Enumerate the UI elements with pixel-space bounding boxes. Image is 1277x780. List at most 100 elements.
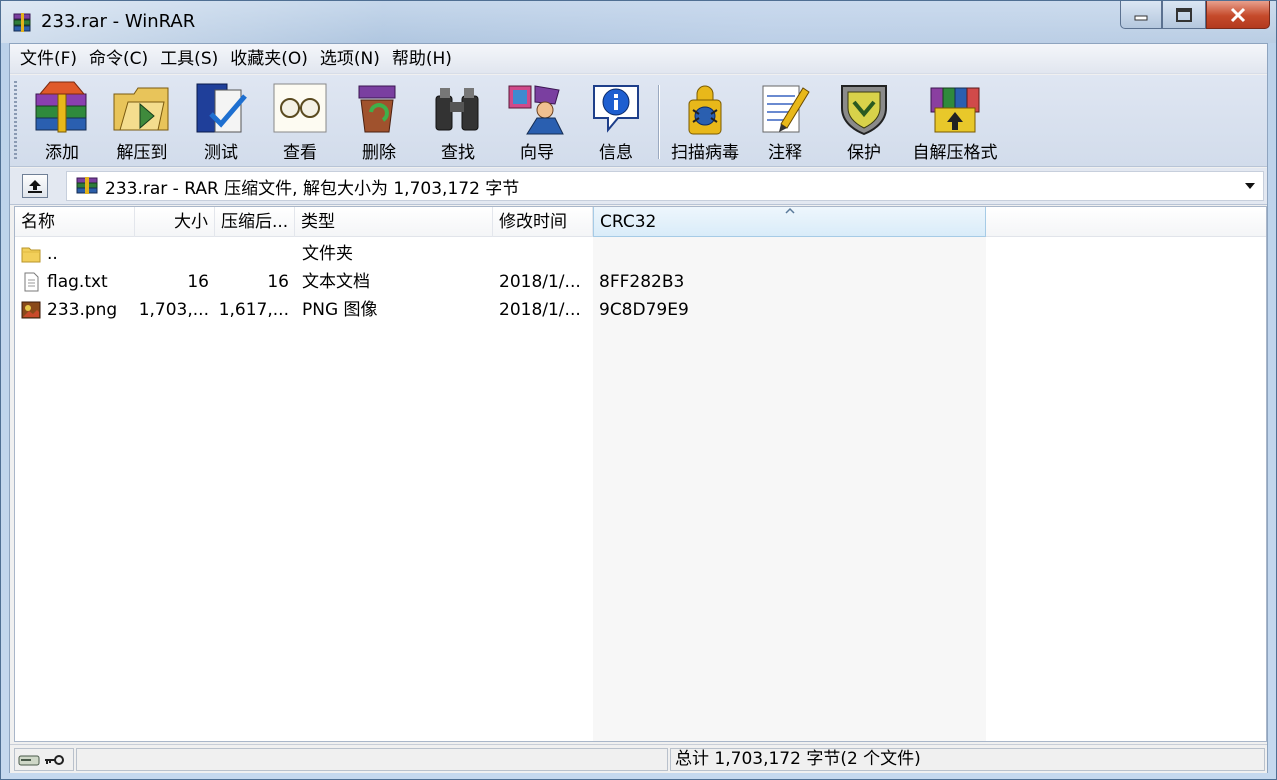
column-header-type[interactable]: 类型 xyxy=(295,207,493,237)
toolbar: 添加 解压到 测试 查看 删除 查找 向导 信息 扫描病毒 注释 保护 自解压格… xyxy=(10,75,1267,167)
archive-path-text: 233.rar - RAR 压缩文件, 解包大小为 1,703,172 字节 xyxy=(105,178,520,199)
file-crc32: 9C8D79E9 xyxy=(599,300,689,320)
toolbar-separator xyxy=(658,85,659,159)
winrar-window: 233.rar - WinRAR 文件(F) 命令(C) 工具(S) 收藏夹(O… xyxy=(0,0,1277,780)
menu-help[interactable]: 帮助(H) xyxy=(386,44,458,74)
rar-archive-icon xyxy=(76,177,98,194)
wizard-button[interactable]: 向导 xyxy=(499,79,575,163)
file-row-233-png[interactable]: 233.png 1,703,... 1,617,... PNG 图像 2018/… xyxy=(15,296,1266,324)
text-file-icon xyxy=(24,272,39,292)
protect-shield-icon xyxy=(841,84,887,135)
comment-notepad-icon xyxy=(762,85,810,132)
file-type: 文本文档 xyxy=(302,272,370,292)
archive-path-field[interactable]: 233.rar - RAR 压缩文件, 解包大小为 1,703,172 字节 xyxy=(66,171,1264,201)
file-row-parent[interactable]: .. 文件夹 xyxy=(15,240,1266,268)
find-label: 查找 xyxy=(441,143,475,163)
menu-favorites[interactable]: 收藏夹(O) xyxy=(224,44,314,74)
window-title: 233.rar - WinRAR xyxy=(41,11,196,32)
file-type: 文件夹 xyxy=(302,244,353,264)
column-header-crc32-label: CRC32 xyxy=(600,212,657,232)
file-name: flag.txt xyxy=(47,272,108,292)
file-size: 1,703,... xyxy=(138,300,209,320)
file-type: PNG 图像 xyxy=(302,300,378,320)
toolbar-grip[interactable] xyxy=(14,81,17,161)
sort-ascending-icon xyxy=(784,207,795,214)
view-button[interactable]: 查看 xyxy=(262,79,338,163)
add-button[interactable]: 添加 xyxy=(24,79,100,163)
column-header-modified[interactable]: 修改时间 xyxy=(493,207,593,237)
column-header-name[interactable]: 名称 xyxy=(15,207,135,237)
chevron-down-icon[interactable] xyxy=(1243,180,1257,192)
protect-button[interactable]: 保护 xyxy=(826,79,902,163)
file-name: 233.png xyxy=(47,300,118,320)
wizard-icon xyxy=(508,84,564,134)
folder-icon xyxy=(21,247,41,263)
winrar-app-icon xyxy=(13,13,31,32)
up-one-level-button[interactable] xyxy=(22,174,48,198)
file-size: 16 xyxy=(187,272,209,292)
maximize-icon xyxy=(1176,7,1192,22)
file-packed-size: 1,617,... xyxy=(218,300,289,320)
file-name: .. xyxy=(47,244,58,264)
title-bar[interactable]: 233.rar - WinRAR xyxy=(1,1,1276,43)
test-label: 测试 xyxy=(204,143,238,163)
sfx-archive-icon xyxy=(930,87,980,132)
file-modified: 2018/1/... xyxy=(499,300,581,320)
minimize-icon xyxy=(1134,15,1148,20)
find-button[interactable]: 查找 xyxy=(420,79,496,163)
virus-scan-icon xyxy=(688,85,722,134)
up-arrow-icon xyxy=(28,180,42,193)
virus-scan-button[interactable]: 扫描病毒 xyxy=(662,79,748,163)
file-modified: 2018/1/... xyxy=(499,272,581,292)
column-header: 名称 大小 压缩后... 类型 修改时间 CRC32 xyxy=(15,207,1266,237)
protect-label: 保护 xyxy=(847,143,881,163)
status-indicators xyxy=(14,748,74,771)
virus-scan-label: 扫描病毒 xyxy=(671,143,739,163)
view-label: 查看 xyxy=(283,143,317,163)
test-icon xyxy=(196,83,247,132)
wizard-label: 向导 xyxy=(520,143,554,163)
view-glasses-icon xyxy=(273,83,327,132)
minimize-button[interactable] xyxy=(1120,1,1162,29)
file-list[interactable]: 名称 大小 压缩后... 类型 修改时间 CRC32 .. 文件夹 flag.t… xyxy=(14,206,1267,742)
add-label: 添加 xyxy=(45,143,79,163)
close-icon xyxy=(1230,7,1246,22)
status-bar: 总计 1,703,172 字节(2 个文件) xyxy=(10,744,1267,773)
key-icon xyxy=(45,754,64,765)
file-crc32: 8FF282B3 xyxy=(599,272,685,292)
address-bar: 233.rar - RAR 压缩文件, 解包大小为 1,703,172 字节 xyxy=(10,168,1267,205)
close-button[interactable] xyxy=(1206,1,1270,29)
menu-commands[interactable]: 命令(C) xyxy=(83,44,154,74)
column-header-size[interactable]: 大小 xyxy=(135,207,215,237)
extract-label: 解压到 xyxy=(116,143,168,163)
drive-icon xyxy=(18,755,40,765)
file-packed-size: 16 xyxy=(267,272,289,292)
menu-file[interactable]: 文件(F) xyxy=(14,44,83,74)
sfx-label: 自解压格式 xyxy=(912,143,998,163)
sfx-button[interactable]: 自解压格式 xyxy=(905,79,1005,163)
comment-button[interactable]: 注释 xyxy=(747,79,823,163)
column-header-packed[interactable]: 压缩后... xyxy=(215,207,295,237)
info-icon xyxy=(593,84,639,133)
test-button[interactable]: 测试 xyxy=(183,79,259,163)
status-total: 总计 1,703,172 字节(2 个文件) xyxy=(670,748,1265,771)
status-pane-selection xyxy=(76,748,668,771)
menu-options[interactable]: 选项(N) xyxy=(314,44,386,74)
menu-bar: 文件(F) 命令(C) 工具(S) 收藏夹(O) 选项(N) 帮助(H) xyxy=(10,44,1267,74)
delete-button[interactable]: 删除 xyxy=(341,79,417,163)
delete-trash-icon xyxy=(358,85,396,132)
maximize-button[interactable] xyxy=(1162,1,1206,29)
client-area: 文件(F) 命令(C) 工具(S) 收藏夹(O) 选项(N) 帮助(H) 添加 xyxy=(9,43,1268,773)
info-label: 信息 xyxy=(599,143,633,163)
extract-button[interactable]: 解压到 xyxy=(104,79,180,163)
delete-label: 删除 xyxy=(362,143,396,163)
image-file-icon xyxy=(21,301,41,319)
comment-label: 注释 xyxy=(768,143,802,163)
file-row-flag-txt[interactable]: flag.txt 16 16 文本文档 2018/1/... 8FF282B3 xyxy=(15,268,1266,296)
find-binoculars-icon xyxy=(435,87,479,130)
extract-folder-icon xyxy=(113,87,169,130)
info-button[interactable]: 信息 xyxy=(578,79,654,163)
column-header-crc32[interactable]: CRC32 xyxy=(593,207,986,237)
menu-tools[interactable]: 工具(S) xyxy=(154,44,224,74)
add-archive-icon xyxy=(35,81,87,132)
